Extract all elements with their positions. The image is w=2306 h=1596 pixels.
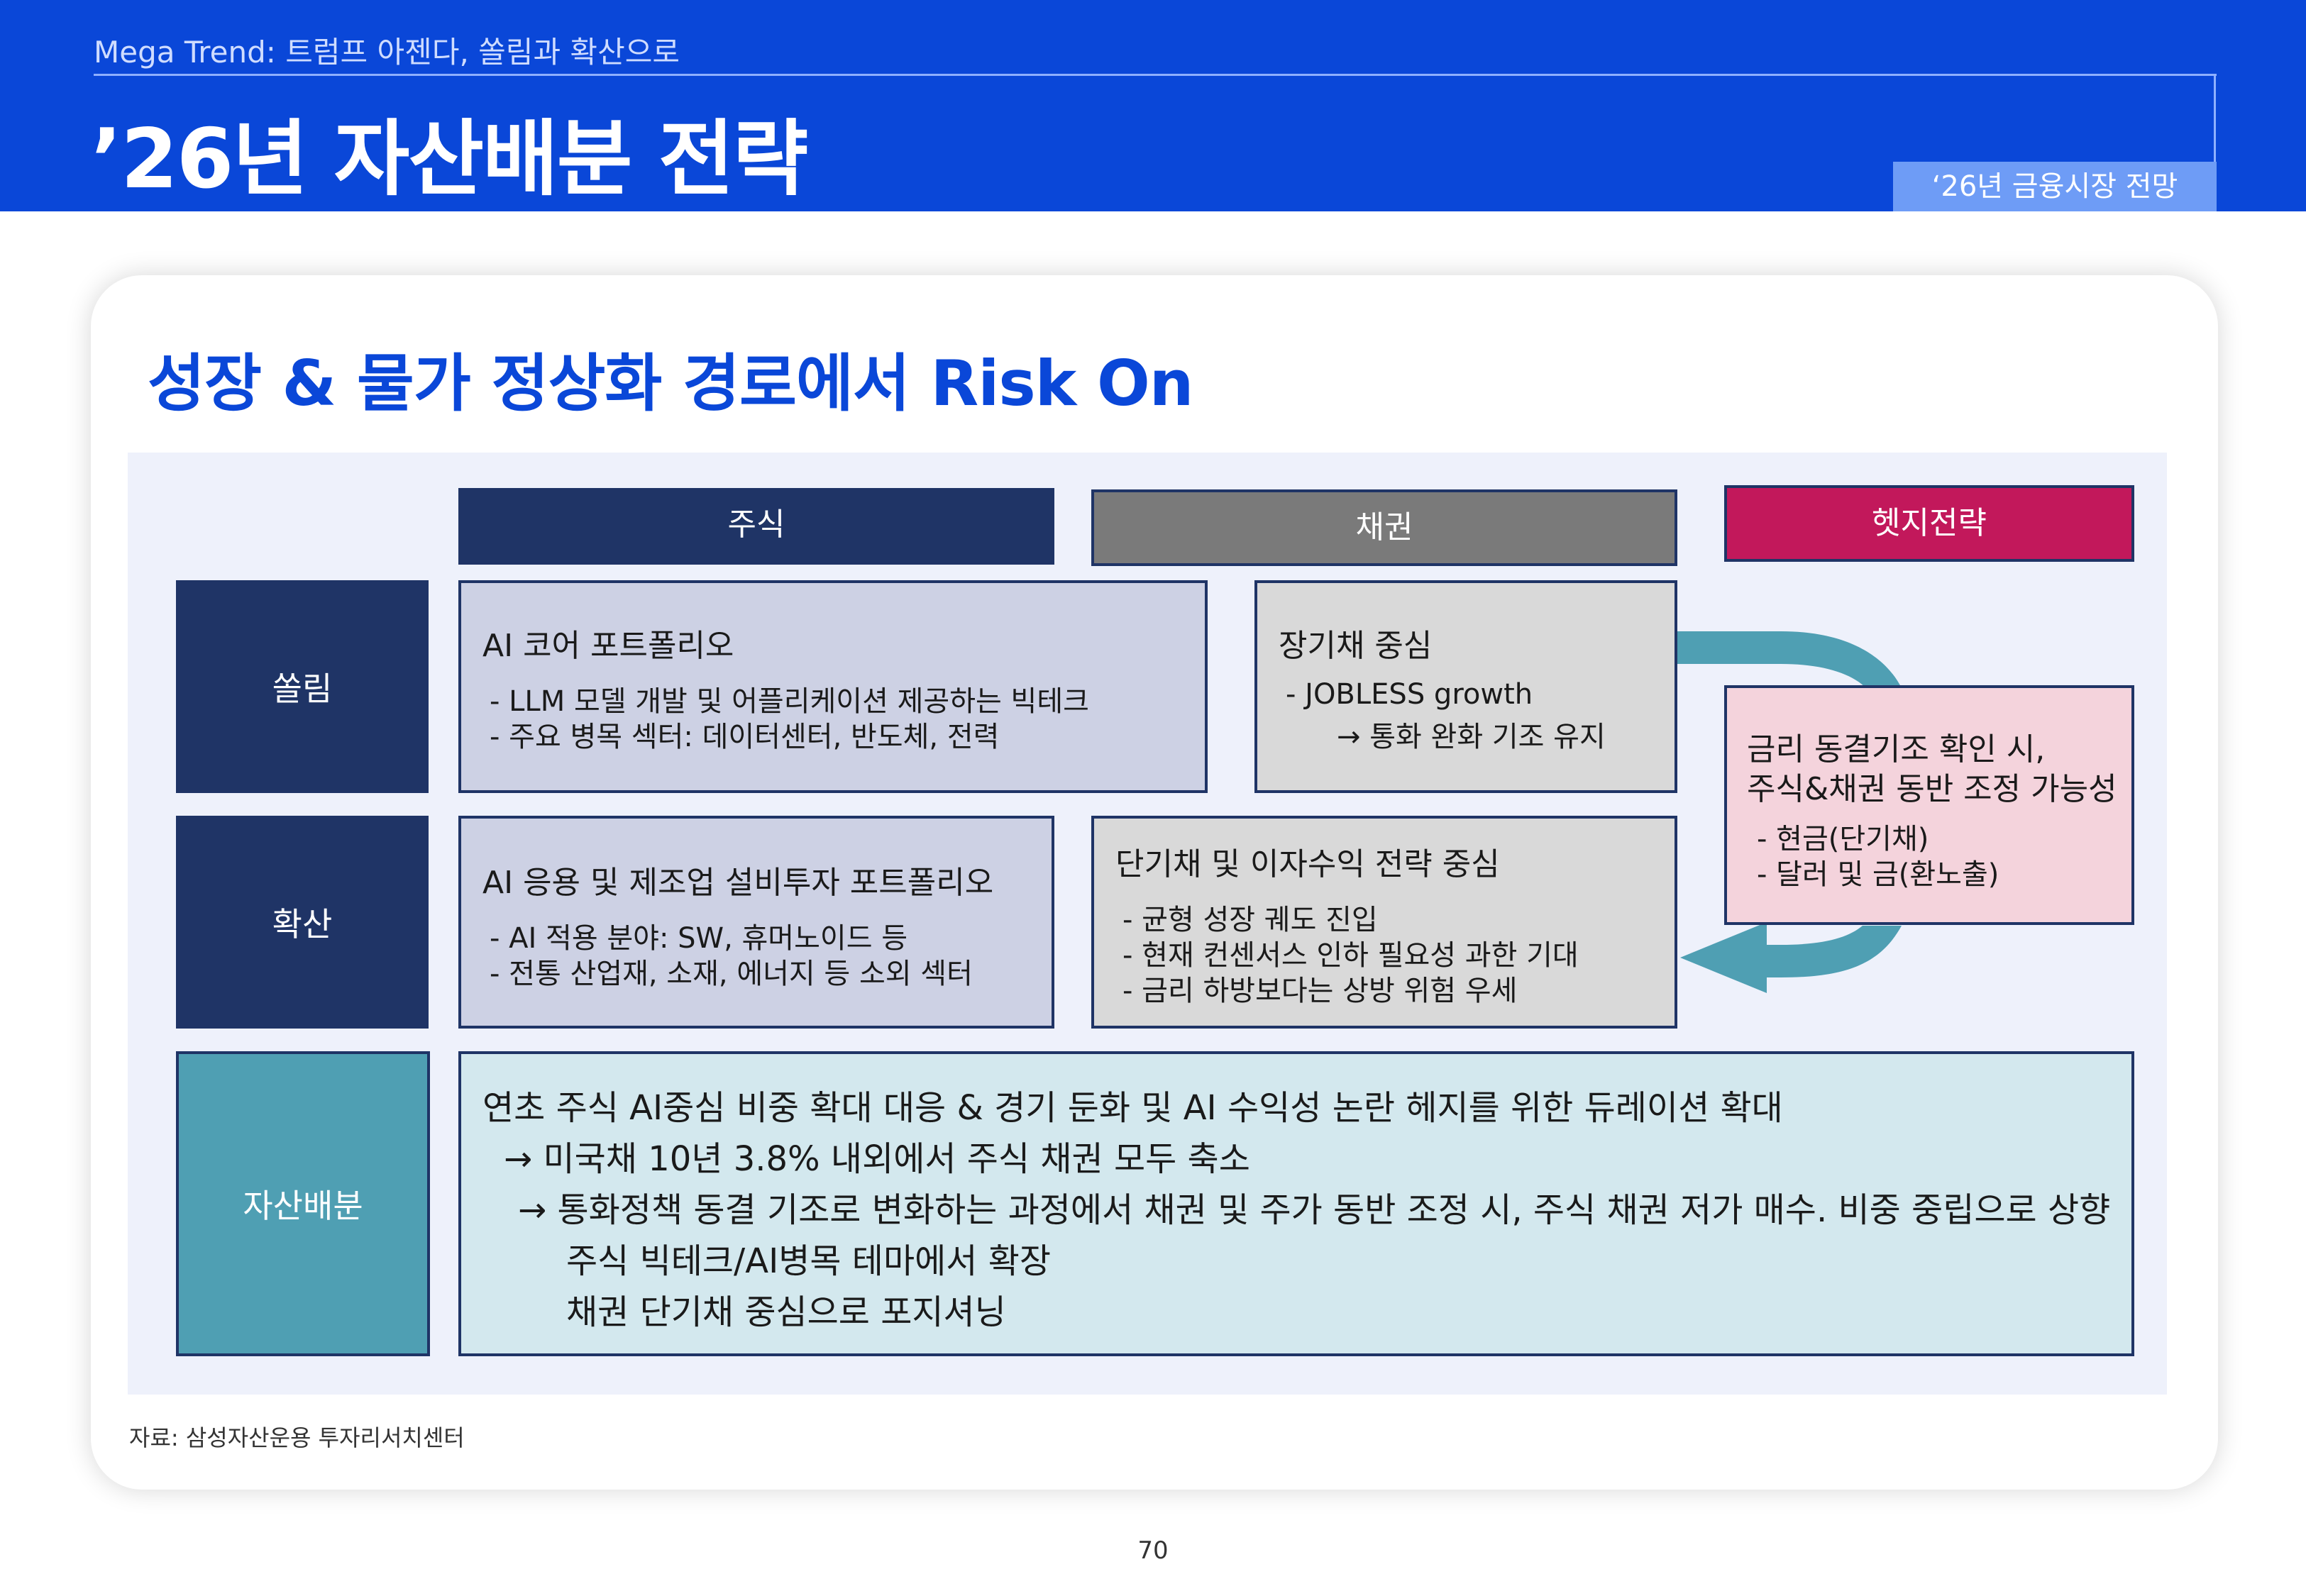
allocation-line: → 통화정책 동결 기조로 변화하는 과정에서 채권 및 주가 동반 조정 시,… — [518, 1190, 2111, 1230]
cell-hedge: 금리 동결기조 확인 시, 주식&채권 동반 조정 가능성 - 현금(단기채) … — [1724, 685, 2134, 925]
cell-title: 단기채 및 이자수익 전략 중심 — [1115, 846, 1500, 882]
cell-bond-concentration: 장기채 중심 - JOBLESS growth → 통화 완화 기조 유지 — [1254, 580, 1677, 793]
cell-title: AI 응용 및 제조업 설비투자 포트폴리오 — [482, 865, 994, 901]
header-divider — [94, 74, 2217, 76]
cell-item: → 통화 완화 기조 유지 — [1337, 721, 1606, 753]
cell-item: - 금리 하방보다는 상방 위험 우세 — [1122, 975, 1518, 1007]
cell-title: AI 코어 포트폴리오 — [482, 628, 734, 664]
cell-item: - 전통 산업재, 소재, 에너지 등 소외 섹터 — [490, 958, 973, 990]
row-header-allocation: 자산배분 — [176, 1051, 430, 1356]
row-header-concentration-label: 쏠림 — [272, 670, 333, 708]
row-header-allocation-label: 자산배분 — [243, 1187, 363, 1225]
cell-bond-diffusion: 단기채 및 이자수익 전략 중심 - 균형 성장 궤도 진입 - 현재 컨센서스… — [1091, 816, 1677, 1029]
header-subtitle: Mega Trend: 트럼프 아젠다, 쏠림과 확산으로 — [94, 35, 680, 70]
card-title: 성장 & 물가 정상화 경로에서 Risk On — [148, 347, 1193, 420]
cell-item: - JOBLESS growth — [1286, 678, 1533, 711]
cell-stock-diffusion: AI 응용 및 제조업 설비투자 포트폴리오 - AI 적용 분야: SW, 휴… — [458, 816, 1054, 1029]
source-note: 자료: 삼성자산운용 투자리서치센터 — [129, 1424, 465, 1451]
column-header-bonds: 채권 — [1091, 489, 1677, 566]
cell-item: - 주요 병목 섹터: 데이터센터, 반도체, 전력 — [490, 721, 1000, 753]
section-tag: ‘26년 금융시장 전망 — [1893, 162, 2217, 211]
cell-title: 금리 동결기조 확인 시, — [1747, 731, 2046, 767]
column-header-stocks: 주식 — [458, 488, 1054, 565]
header-bar: Mega Trend: 트럼프 아젠다, 쏠림과 확산으로 ’26년 자산배분 … — [0, 0, 2306, 211]
page-title: ’26년 자산배분 전략 — [91, 111, 808, 207]
page-number: 70 — [1137, 1536, 1169, 1565]
row-header-diffusion-label: 확산 — [272, 905, 333, 943]
cell-item: - 달러 및 금(환노출) — [1757, 858, 1999, 891]
row-header-concentration: 쏠림 — [176, 580, 429, 793]
allocation-line: 연초 주식 AI중심 비중 확대 대응 & 경기 둔화 및 AI 수익성 논란 … — [482, 1088, 1783, 1128]
allocation-line: 채권 단기채 중심으로 포지셔닝 — [566, 1292, 1006, 1332]
cell-title: 장기채 중심 — [1279, 628, 1433, 664]
cell-allocation: 연초 주식 AI중심 비중 확대 대응 & 경기 둔화 및 AI 수익성 논란 … — [458, 1051, 2134, 1356]
column-header-hedge: 헷지전략 — [1724, 485, 2134, 562]
allocation-line: 주식 빅테크/AI병목 테마에서 확장 — [566, 1241, 1052, 1281]
cell-stock-concentration: AI 코어 포트폴리오 - LLM 모델 개발 및 어플리케이션 제공하는 빅테… — [458, 580, 1208, 793]
row-header-diffusion: 확산 — [176, 816, 429, 1029]
cell-title: 주식&채권 동반 조정 가능성 — [1747, 771, 2117, 807]
allocation-line: → 미국채 10년 3.8% 내외에서 주식 채권 모두 축소 — [504, 1139, 1250, 1179]
header-divider-vertical — [2214, 74, 2216, 162]
